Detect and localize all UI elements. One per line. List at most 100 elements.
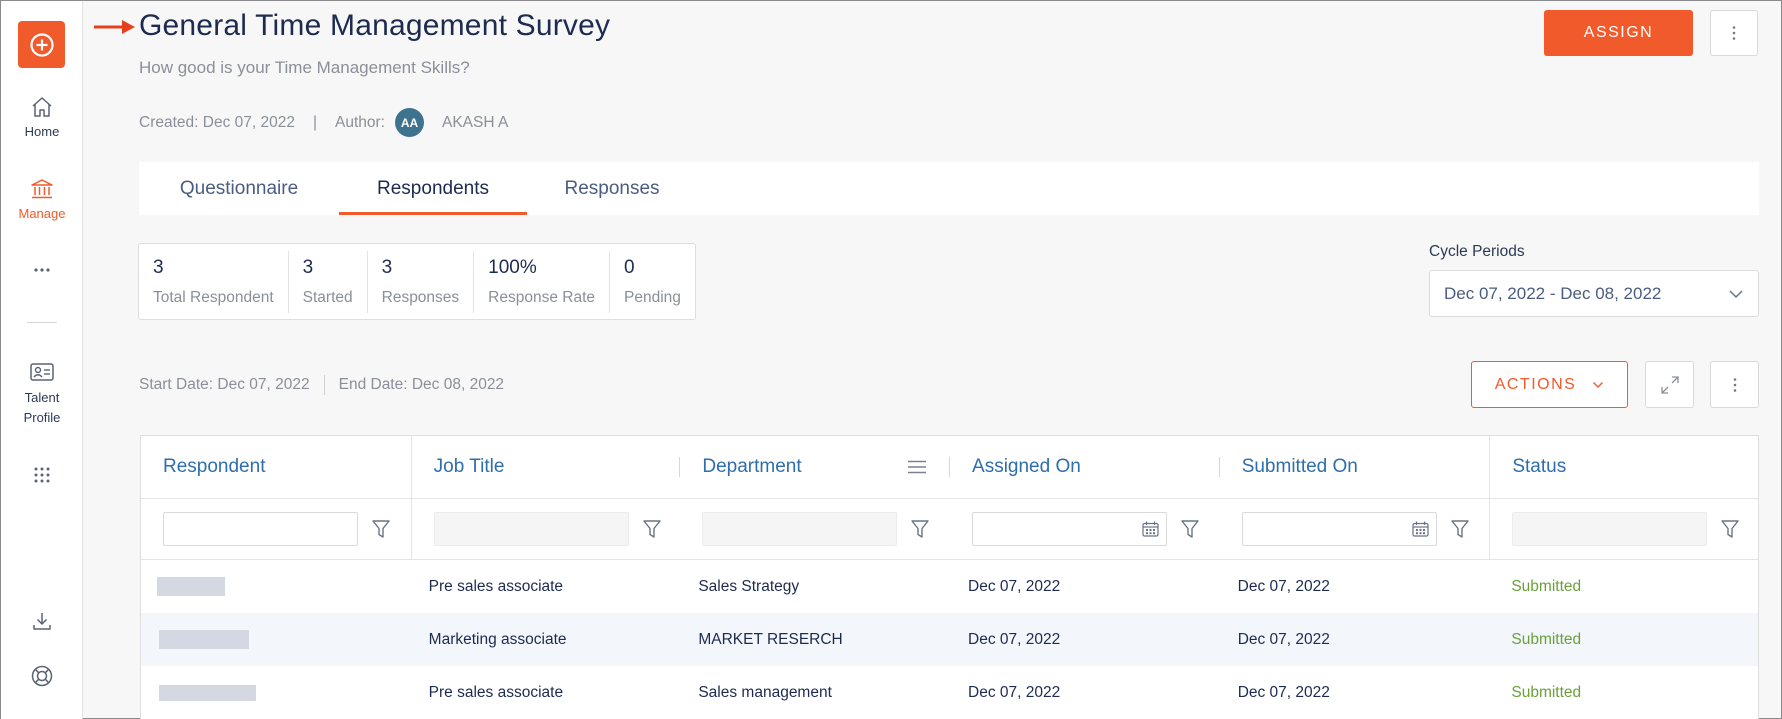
column-header-respondent[interactable]: Respondent bbox=[141, 436, 411, 498]
sidebar-item-talent-profile[interactable]: Talent Profile bbox=[1, 362, 83, 428]
page-title: General Time Management Survey bbox=[139, 9, 611, 42]
sidebar-item-label: Manage bbox=[18, 206, 66, 221]
department-cell: MARKET RESERCH bbox=[698, 630, 843, 648]
job-title-cell: Marketing associate bbox=[428, 630, 567, 648]
stat-pending: 0 Pending bbox=[610, 251, 695, 313]
column-title: Submitted On bbox=[1241, 456, 1358, 477]
table-row[interactable]: Pre sales associate Sales Strategy Dec 0… bbox=[141, 560, 1758, 613]
column-menu-icon[interactable] bbox=[908, 460, 927, 474]
column-header-assigned-on[interactable]: Assigned On bbox=[950, 436, 1220, 498]
column-header-status[interactable]: Status bbox=[1489, 436, 1758, 498]
column-title: Assigned On bbox=[972, 456, 1081, 477]
filter-cell-respondent bbox=[141, 499, 411, 559]
sidebar-help-button[interactable] bbox=[1, 664, 83, 694]
stat-response-rate: 100% Response Rate bbox=[474, 251, 611, 313]
submitted-on-cell: Dec 07, 2022 bbox=[1237, 630, 1330, 648]
status-cell: Submitted bbox=[1511, 630, 1582, 648]
sidebar-apps-button[interactable] bbox=[1, 466, 83, 490]
author-label: Author: bbox=[335, 113, 385, 131]
plus-circle-icon bbox=[29, 32, 54, 57]
respondent-filter-input[interactable] bbox=[163, 512, 358, 546]
cycle-periods-value: Dec 07, 2022 - Dec 08, 2022 bbox=[1444, 283, 1662, 303]
create-button[interactable] bbox=[18, 21, 65, 68]
more-options-button[interactable] bbox=[1710, 10, 1758, 56]
department-filter-input[interactable] bbox=[702, 512, 898, 546]
column-header-submitted-on[interactable]: Submitted On bbox=[1220, 436, 1490, 498]
tab-respondents[interactable]: Respondents bbox=[339, 162, 527, 215]
filter-icon[interactable] bbox=[1450, 519, 1469, 539]
column-title: Respondent bbox=[163, 456, 266, 477]
calendar-icon[interactable] bbox=[1412, 521, 1429, 537]
table-options-button[interactable] bbox=[1710, 361, 1759, 408]
sidebar-item-label: Talent bbox=[24, 390, 60, 405]
arrow-right-icon bbox=[94, 20, 135, 34]
expand-icon bbox=[1660, 375, 1679, 394]
sidebar-item-label: Profile bbox=[23, 410, 61, 425]
stat-value: 3 bbox=[302, 257, 314, 278]
chevron-down-icon bbox=[1729, 289, 1743, 298]
stat-started: 3 Started bbox=[289, 251, 368, 313]
stat-responses: 3 Responses bbox=[368, 251, 475, 313]
tab-questionnaire[interactable]: Questionnaire bbox=[139, 162, 339, 215]
bank-icon bbox=[31, 179, 53, 199]
end-date: End Date: Dec 08, 2022 bbox=[338, 376, 505, 393]
actions-dropdown[interactable]: ACTIONS bbox=[1471, 361, 1628, 408]
fullscreen-button[interactable] bbox=[1645, 361, 1694, 408]
respondent-cell bbox=[141, 560, 411, 613]
sidebar-more-button[interactable] bbox=[1, 266, 83, 280]
created-date: Created: Dec 07, 2022 bbox=[139, 113, 295, 131]
start-date: Start Date: Dec 07, 2022 bbox=[139, 376, 310, 393]
table-filter-row bbox=[141, 499, 1758, 560]
column-title: Status bbox=[1512, 456, 1567, 477]
stat-value: 0 bbox=[624, 257, 635, 278]
filter-icon[interactable] bbox=[642, 519, 661, 539]
job-title-filter-input[interactable] bbox=[433, 512, 629, 546]
tab-bar: Questionnaire Respondents Responses bbox=[139, 162, 1759, 215]
filter-icon[interactable] bbox=[372, 519, 390, 539]
sidebar-item-manage[interactable]: Manage bbox=[1, 178, 83, 221]
calendar-icon[interactable] bbox=[1142, 521, 1159, 537]
submitted-on-cell: Dec 07, 2022 bbox=[1237, 683, 1330, 701]
respondents-table: Respondent Job Title Department Assigned… bbox=[140, 435, 1759, 719]
column-title: Department bbox=[702, 456, 802, 477]
assigned-on-cell: Dec 07, 2022 bbox=[968, 630, 1061, 648]
download-icon bbox=[33, 613, 51, 630]
status-cell: Submitted bbox=[1511, 577, 1582, 595]
filter-icon[interactable] bbox=[1721, 519, 1740, 539]
filter-icon[interactable] bbox=[911, 519, 930, 539]
column-header-job-title[interactable]: Job Title bbox=[410, 436, 681, 498]
stats-summary: 3 Total Respondent 3 Started 3 Responses… bbox=[138, 243, 696, 320]
sidebar-download-button[interactable] bbox=[1, 610, 83, 638]
filter-cell-department bbox=[680, 499, 950, 559]
more-vertical-icon bbox=[1732, 26, 1736, 40]
submitted-on-date-field bbox=[1241, 512, 1437, 546]
table-row[interactable]: Marketing associate MARKET RESERCH Dec 0… bbox=[141, 613, 1758, 666]
apps-grid-icon bbox=[34, 467, 50, 483]
tab-responses[interactable]: Responses bbox=[527, 162, 697, 215]
stat-value: 100% bbox=[488, 257, 537, 278]
department-cell: Sales Strategy bbox=[698, 577, 800, 595]
stat-label: Response Rate bbox=[488, 289, 596, 306]
sidebar-item-label: Home bbox=[24, 124, 60, 139]
job-title-cell: Pre sales associate bbox=[428, 683, 564, 701]
job-title-cell: Pre sales associate bbox=[428, 577, 564, 595]
respondent-cell bbox=[141, 613, 411, 666]
assign-button[interactable]: ASSIGN bbox=[1544, 10, 1693, 56]
table-row[interactable]: Pre sales associate Sales management Dec… bbox=[141, 666, 1758, 719]
submitted-on-filter-input[interactable] bbox=[1241, 512, 1437, 546]
stat-total-respondent: 3 Total Respondent bbox=[139, 251, 289, 313]
sidebar-divider bbox=[27, 322, 57, 323]
meta-separator: | bbox=[312, 113, 317, 131]
stat-label: Pending bbox=[624, 289, 681, 306]
status-filter-input[interactable] bbox=[1512, 512, 1708, 546]
column-header-department[interactable]: Department bbox=[680, 436, 951, 498]
avatar: AA bbox=[394, 108, 424, 137]
assigned-on-filter-input[interactable] bbox=[972, 512, 1168, 546]
cycle-periods-select[interactable]: Dec 07, 2022 - Dec 08, 2022 bbox=[1429, 270, 1759, 317]
column-title: Job Title bbox=[433, 456, 505, 477]
assigned-on-cell: Dec 07, 2022 bbox=[968, 683, 1061, 701]
sidebar-item-home[interactable]: Home bbox=[1, 96, 83, 139]
submitted-on-cell: Dec 07, 2022 bbox=[1237, 577, 1330, 595]
filter-icon[interactable] bbox=[1181, 519, 1199, 539]
more-horizontal-icon bbox=[34, 268, 50, 272]
